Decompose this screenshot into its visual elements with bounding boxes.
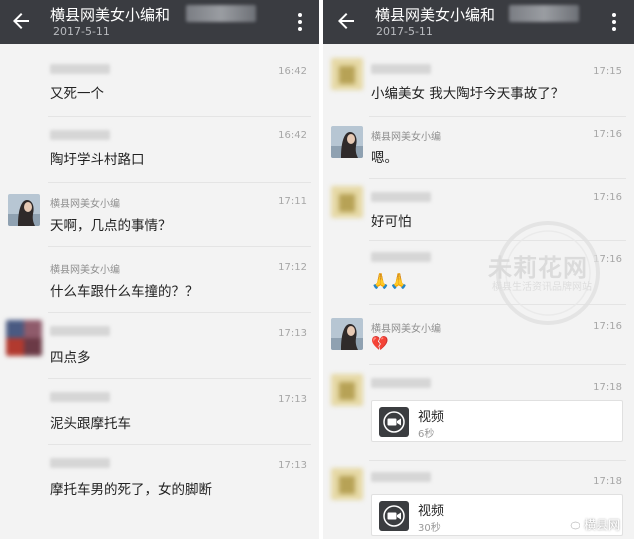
redacted-sender-blur [50, 458, 110, 468]
message-text: 摩托车男的死了，女的脚断 [50, 482, 212, 498]
message-time: 17:18 [593, 382, 622, 393]
more-menu-icon[interactable] [297, 12, 303, 32]
chat-date: 2017-5-11 [376, 25, 433, 38]
message-divider [369, 364, 626, 365]
back-arrow-icon[interactable] [334, 9, 358, 33]
chat-header: 横县网美女小编和 2017-5-11 [323, 0, 634, 44]
chat-title: 横县网美女小编和 [50, 6, 171, 24]
video-message-card[interactable]: 视频 6秒 [371, 400, 623, 442]
message-time: 17:16 [593, 129, 622, 140]
chat-title: 横县网美女小编和 [375, 6, 496, 24]
user-avatar[interactable] [331, 186, 363, 218]
message-time: 17:18 [593, 476, 622, 487]
message-emoji: 💔 [371, 336, 389, 352]
message-time: 17:12 [278, 262, 307, 273]
message-divider [48, 312, 311, 313]
sender-name: 横县网美女小编 [50, 199, 120, 210]
source-badge-text: 横县网 [583, 518, 620, 532]
message-time: 16:42 [278, 130, 307, 141]
sender-name: 横县网美女小编 [50, 265, 120, 276]
message-time: 17:13 [278, 394, 307, 405]
left-chat-panel: 横县网美女小编和 2017-5-11 16:42 又死一个 16:42 陶圩学斗… [0, 0, 319, 539]
editor-avatar[interactable] [8, 194, 40, 226]
redacted-sender-blur [371, 252, 431, 262]
message-time: 17:16 [593, 192, 622, 203]
watermark-sub-text: 横县生活资讯品牌网站 [492, 282, 592, 293]
message-divider [369, 178, 626, 179]
video-duration: 6秒 [418, 429, 435, 440]
redacted-sender-blur [371, 378, 431, 388]
message-divider [48, 378, 311, 379]
video-camera-icon [379, 501, 409, 531]
message-divider [369, 460, 626, 461]
watermark-logo: 未莉花网 横县生活资讯品牌网站 [478, 218, 618, 328]
user-avatar[interactable] [331, 374, 363, 406]
message-time: 16:42 [278, 66, 307, 77]
back-arrow-icon[interactable] [9, 9, 33, 33]
message-time: 17:13 [278, 328, 307, 339]
message-text: 嗯。 [371, 150, 398, 166]
redacted-sender-blur [50, 392, 110, 402]
user-avatar[interactable] [331, 468, 363, 500]
redacted-sender-blur [50, 64, 110, 74]
video-duration: 30秒 [418, 523, 441, 534]
user-avatar[interactable] [331, 58, 363, 90]
editor-avatar[interactable] [331, 126, 363, 158]
message-divider [48, 246, 311, 247]
message-text: 又死一个 [50, 86, 104, 102]
user-avatar[interactable] [6, 320, 42, 356]
message-text: 什么车跟什么车撞的？？ [50, 284, 199, 300]
message-text: 泥头跟摩托车 [50, 416, 131, 432]
redacted-sender-blur [371, 472, 431, 482]
message-time: 17:11 [278, 196, 307, 207]
redacted-sender-blur [50, 326, 110, 336]
video-camera-icon [379, 407, 409, 437]
wechat-logo-icon [566, 519, 581, 530]
message-text: 四点多 [50, 350, 91, 366]
message-divider [48, 444, 311, 445]
message-emoji: 🙏🙏 [371, 272, 409, 290]
sender-name: 横县网美女小编 [371, 132, 441, 143]
sender-name: 横县网美女小编 [371, 324, 441, 335]
message-text: 天啊，几点的事情？ [50, 218, 172, 234]
chat-header: 横县网美女小编和 2017-5-11 [0, 0, 319, 44]
video-title: 视频 [418, 504, 445, 519]
message-divider [48, 116, 311, 117]
message-time: 17:15 [593, 66, 622, 77]
redacted-name-blur [186, 5, 256, 22]
redacted-sender-blur [371, 192, 431, 202]
message-text: 好可怕 [371, 214, 412, 230]
redacted-name-blur [509, 5, 579, 22]
more-menu-icon[interactable] [611, 12, 617, 32]
message-text: 小编美女 我大陶圩今天事故了？ [371, 86, 565, 102]
message-text: 陶圩学斗村路口 [50, 152, 145, 168]
redacted-sender-blur [371, 64, 431, 74]
redacted-sender-blur [50, 130, 110, 140]
message-divider [48, 182, 311, 183]
message-time: 17:13 [278, 460, 307, 471]
chat-date: 2017-5-11 [53, 25, 110, 38]
video-title: 视频 [418, 410, 445, 425]
source-badge: 横县网 [566, 516, 620, 533]
editor-avatar[interactable] [331, 318, 363, 350]
message-divider [369, 116, 626, 117]
